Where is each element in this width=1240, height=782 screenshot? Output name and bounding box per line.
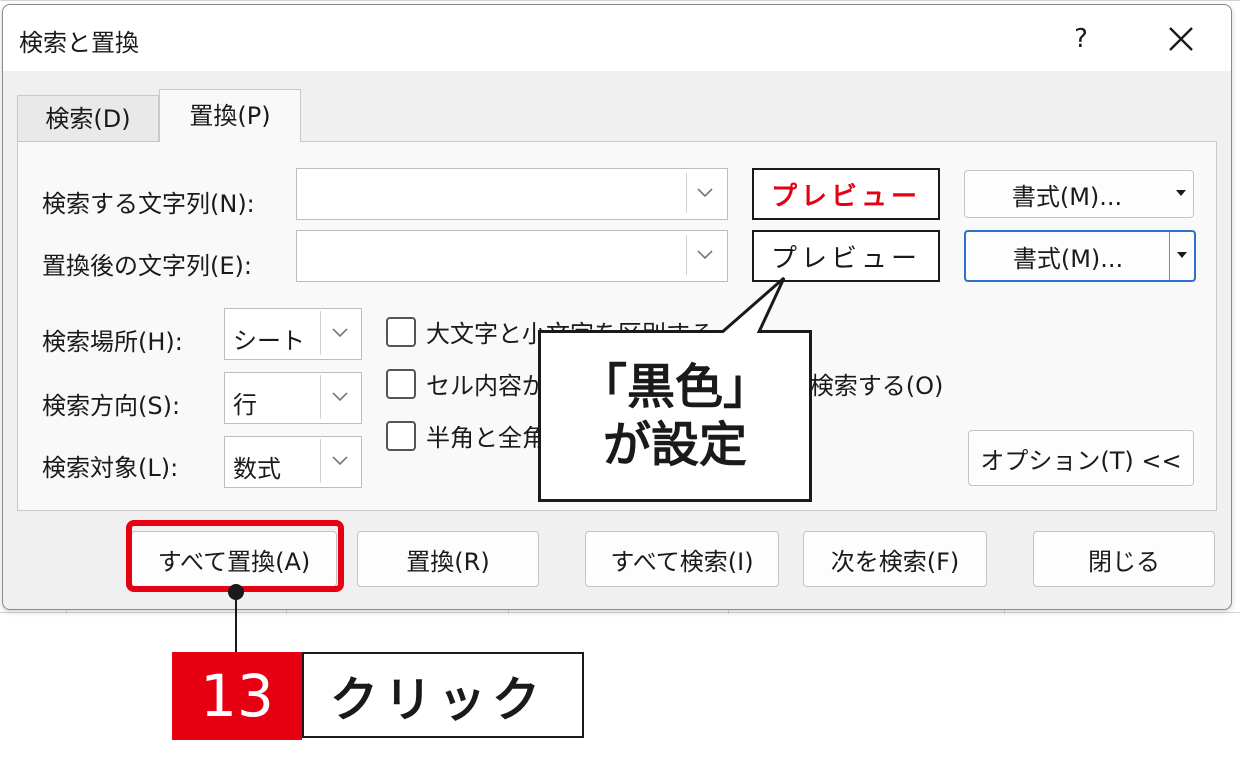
grid-line xyxy=(0,0,1240,1)
step-number-badge: 13 xyxy=(172,652,302,740)
chevron-down-icon xyxy=(320,311,359,355)
search-direction-select[interactable]: 行 xyxy=(224,372,362,424)
replace-format-preview: プレビュー xyxy=(752,230,940,282)
chevron-down-icon[interactable] xyxy=(686,173,723,213)
replace-format-label: 書式(M)... xyxy=(1012,244,1124,273)
match-entire-cell-checkbox[interactable] xyxy=(386,368,416,399)
dialog-title: 検索と置換 xyxy=(19,29,139,57)
dropdown-arrow-icon[interactable] xyxy=(1169,171,1193,217)
look-in-value: 数式 xyxy=(233,455,281,483)
search-within-select[interactable]: シート xyxy=(224,308,362,360)
options-toggle-button[interactable]: オプション(T) << xyxy=(968,430,1194,486)
dropdown-arrow-icon[interactable] xyxy=(1169,232,1194,280)
find-what-input[interactable] xyxy=(296,168,728,220)
search-within-label: 検索場所(H): xyxy=(42,328,183,356)
close-button[interactable]: 閉じる xyxy=(1033,531,1215,587)
chevron-down-icon[interactable] xyxy=(686,235,723,275)
close-icon[interactable] xyxy=(1159,19,1203,59)
search-within-value: シート xyxy=(233,327,305,355)
match-case-checkbox[interactable] xyxy=(386,316,416,347)
dialog-titlebar: 検索と置換 ? xyxy=(3,5,1231,71)
callout-line-1: 「黒色」 xyxy=(578,359,771,415)
replace-button[interactable]: 置換(R) xyxy=(357,531,539,587)
find-format-preview: プレビュー xyxy=(752,168,940,220)
callout-line-2: が設定 xyxy=(602,417,747,473)
find-format-label: 書式(M)... xyxy=(1011,182,1123,211)
find-all-button[interactable]: すべて検索(I) xyxy=(585,531,779,587)
chevron-down-icon xyxy=(320,375,359,419)
replace-format-button[interactable]: 書式(M)... xyxy=(964,230,1196,282)
search-direction-label: 検索方向(S): xyxy=(42,392,181,420)
grid-line xyxy=(0,612,1240,613)
match-byte-checkbox[interactable] xyxy=(386,420,416,451)
replace-all-highlight xyxy=(126,520,344,592)
tab-find[interactable]: 検索(D) xyxy=(17,95,159,142)
look-in-select[interactable]: 数式 xyxy=(224,436,362,488)
leader-dot xyxy=(228,584,244,600)
leader-line xyxy=(235,598,237,654)
replace-with-label: 置換後の文字列(E): xyxy=(42,252,252,280)
find-format-button[interactable]: 書式(M)... xyxy=(964,170,1194,218)
look-in-label: 検索対象(L): xyxy=(42,454,179,482)
find-next-button[interactable]: 次を検索(F) xyxy=(803,531,987,587)
chevron-down-icon xyxy=(320,439,359,483)
search-direction-value: 行 xyxy=(233,391,257,419)
annotation-callout: 「黒色」 が設定 xyxy=(538,330,812,502)
help-button[interactable]: ? xyxy=(1061,19,1101,59)
tab-replace[interactable]: 置換(P) xyxy=(159,89,301,142)
callout-tail xyxy=(718,276,786,336)
replace-with-input[interactable] xyxy=(296,230,728,282)
step-instruction: クリック xyxy=(302,652,584,738)
find-what-label: 検索する文字列(N): xyxy=(42,190,255,218)
